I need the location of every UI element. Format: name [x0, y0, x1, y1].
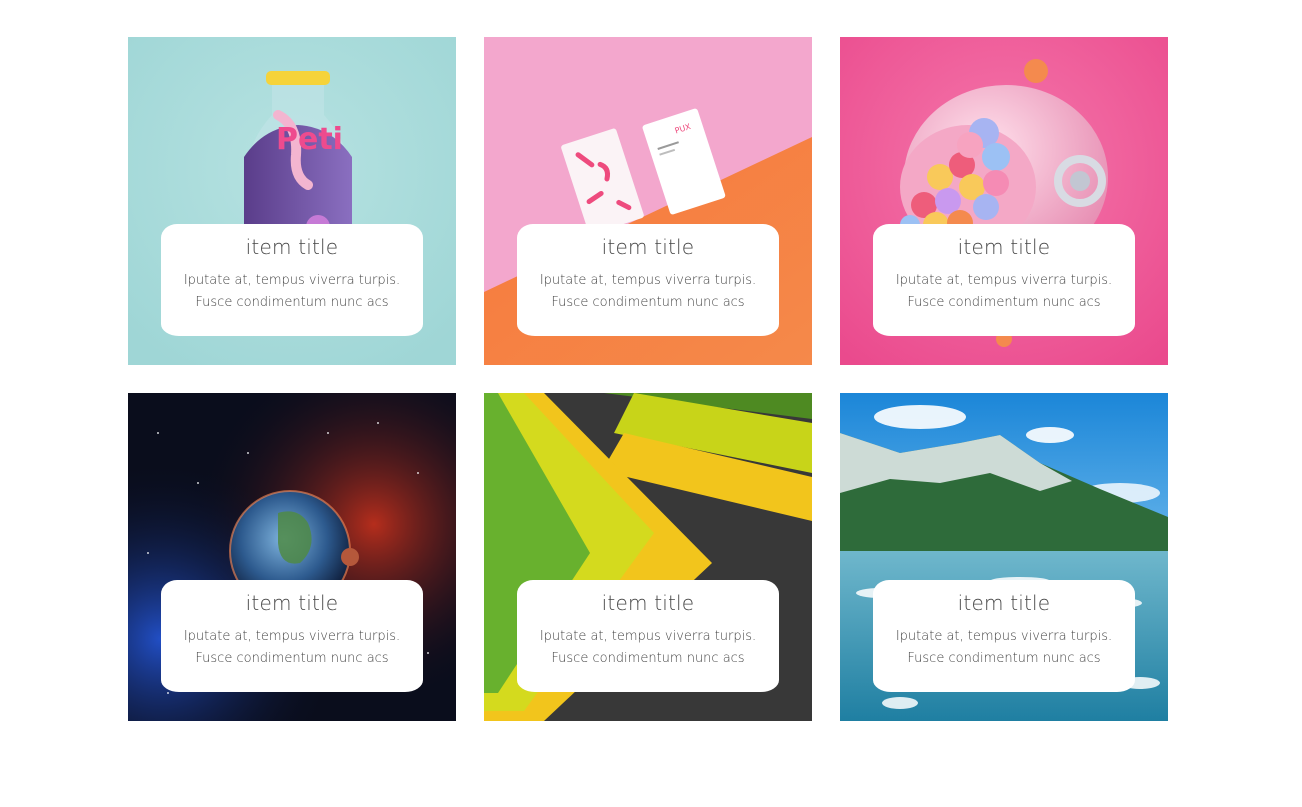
grid-card-1[interactable]: Peti item title Iputate at, tempus viver…	[128, 37, 456, 365]
grid-card-4[interactable]: item title Iputate at, tempus viverra tu…	[128, 393, 456, 721]
card-description: Iputate at, tempus viverra turpis. Fusce…	[895, 629, 1113, 666]
card-caption: item title Iputate at, tempus viverra tu…	[873, 224, 1135, 336]
grid-card-6[interactable]: item title Iputate at, tempus viverra tu…	[840, 393, 1168, 721]
card-caption: item title Iputate at, tempus viverra tu…	[517, 224, 779, 336]
card-caption: item title Iputate at, tempus viverra tu…	[161, 224, 423, 336]
card-description: Iputate at, tempus viverra turpis. Fusce…	[895, 273, 1113, 310]
card-description: Iputate at, tempus viverra turpis. Fusce…	[539, 629, 757, 666]
grid-card-2[interactable]: PUX item title Iputate at, tempus viverr…	[484, 37, 812, 365]
card-description: Iputate at, tempus viverra turpis. Fusce…	[183, 629, 401, 666]
card-title: item title	[957, 591, 1051, 615]
card-caption: item title Iputate at, tempus viverra tu…	[517, 580, 779, 692]
card-description: Iputate at, tempus viverra turpis. Fusce…	[183, 273, 401, 310]
card-grid: Peti item title Iputate at, tempus viver…	[128, 37, 1168, 721]
card-title: item title	[601, 591, 695, 615]
card-caption: item title Iputate at, tempus viverra tu…	[161, 580, 423, 692]
card-title: item title	[245, 235, 339, 259]
svg-text:Peti: Peti	[276, 122, 343, 157]
card-title: item title	[957, 235, 1051, 259]
card-caption: item title Iputate at, tempus viverra tu…	[873, 580, 1135, 692]
grid-card-5[interactable]: item title Iputate at, tempus viverra tu…	[484, 393, 812, 721]
card-title: item title	[601, 235, 695, 259]
card-title: item title	[245, 591, 339, 615]
card-description: Iputate at, tempus viverra turpis. Fusce…	[539, 273, 757, 310]
grid-card-3[interactable]: item title Iputate at, tempus viverra tu…	[840, 37, 1168, 365]
